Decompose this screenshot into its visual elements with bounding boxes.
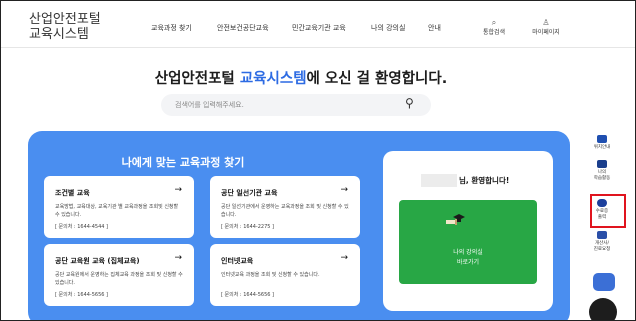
card-description: 인터넷교육 과정을 조회 및 신청할 수 있습니다. xyxy=(221,272,320,278)
nav-private-education[interactable]: 민간교육기관 교육 xyxy=(292,23,346,33)
card-contact: [ 문의처 : 1644-5656 ] xyxy=(55,292,108,298)
card-title: 조건별 교육 xyxy=(55,189,90,197)
search-bar: ⚲ xyxy=(161,94,431,116)
arrow-right-icon: → xyxy=(174,253,182,263)
graduation-cap-icon xyxy=(446,214,465,225)
my-classroom-label: 나의 강의실 xyxy=(453,249,483,256)
welcome-title-prefix: 산업안전포털 xyxy=(154,71,240,87)
site-logo[interactable]: 산업안전포털 교육시스템 xyxy=(29,12,101,42)
card-conditional-education[interactable]: 조건별 교육 → 교육방법, 교육대상, 교육기관 별 교육과정을 조회및 신청… xyxy=(44,176,194,238)
nav-kosha-education[interactable]: 안전보건공단교육 xyxy=(217,23,269,33)
search-input[interactable] xyxy=(175,98,395,112)
integrated-search-button[interactable]: ⌕ 통합검색 xyxy=(479,18,509,36)
welcome-box: 님, 환영합니다! 나의 강의실 바로가기 xyxy=(383,151,553,311)
location-icon xyxy=(597,135,607,143)
welcome-title-suffix: 에 오신 걸 환영합니다. xyxy=(306,71,448,87)
document-icon xyxy=(597,231,607,239)
nav-my-classroom[interactable]: 나의 강의실 xyxy=(371,23,405,33)
logo-line2: 교육시스템 xyxy=(29,27,89,42)
card-description: 공단 일선기관에서 운영하는 교육과정을 조회 및 신청할 수 있습니다. xyxy=(221,204,349,218)
mypage-button[interactable]: ♙ 마이페이지 xyxy=(529,18,563,36)
page-frame: 산업안전포털 교육시스템 교육과정 찾기 안전보건공단교육 민간교육기관 교육 … xyxy=(0,0,636,321)
quick-request[interactable]: 개산사/ 진료요청 xyxy=(585,231,619,253)
welcome-title-accent: 교육시스템 xyxy=(239,71,307,87)
quick-location-label: 위치안내 xyxy=(593,145,611,150)
card-institute-education[interactable]: 공단 교육원 교육 (집체교육) → 공단 교육원에서 운영하는 집체교육 과정… xyxy=(44,244,194,306)
search-icon: ⌕ xyxy=(491,18,497,27)
mypage-label: 마이페이지 xyxy=(532,29,560,36)
quick-request-label1: 개산사/ xyxy=(595,241,609,246)
card-title: 공단 교육원 교육 (집체교육) xyxy=(55,257,140,265)
quick-my-activity-label2: 학습활동 xyxy=(593,176,611,181)
user-icon: ♙ xyxy=(542,18,550,27)
card-description: 공단 교육원에서 운영하는 집체교육 과정을 조회 및 신청할 수 있습니다. xyxy=(55,272,183,286)
welcome-title: 산업안전포털 교육시스템에 오신 걸 환영합니다. xyxy=(1,67,601,88)
quick-location[interactable]: 위치안내 xyxy=(585,135,619,151)
card-description: 교육방법, 교육대상, 교육기관 별 교육과정을 조회및 신청할 수 있습니다. xyxy=(55,204,179,218)
card-internet-education[interactable]: 인터넷교육 → 인터넷교육 과정을 조회 및 신청할 수 있습니다. [ 문의처… xyxy=(210,244,360,306)
welcome-greeting: 님, 환영합니다! xyxy=(459,176,510,185)
site-header: 산업안전포털 교육시스템 교육과정 찾기 안전보건공단교육 민간교육기관 교육 … xyxy=(1,1,635,48)
graduation-icon xyxy=(597,160,607,168)
quick-request-label2: 진료요청 xyxy=(593,247,611,252)
user-name-redacted xyxy=(421,174,457,187)
card-contact: [ 문의처 : 1644-5656 ] xyxy=(221,292,274,298)
arrow-right-icon: → xyxy=(340,253,348,263)
arrow-right-icon: → xyxy=(174,185,182,195)
search-submit-icon[interactable]: ⚲ xyxy=(405,96,414,110)
chatbot-icon[interactable] xyxy=(593,273,615,291)
my-classroom-shortcut[interactable]: 나의 강의실 바로가기 xyxy=(399,200,537,284)
quick-my-activity-label1: 나의 xyxy=(597,170,607,175)
top-button[interactable] xyxy=(589,298,617,320)
integrated-search-label: 통합검색 xyxy=(482,29,506,36)
arrow-right-icon: → xyxy=(340,185,348,195)
card-contact: [ 문의처 : 1644-4544 ] xyxy=(55,224,108,230)
card-title: 인터넷교육 xyxy=(221,257,254,265)
nav-guide[interactable]: 안내 xyxy=(428,23,441,33)
logo-line1: 산업안전포털 xyxy=(29,12,101,27)
my-classroom-goto: 바로가기 xyxy=(456,259,480,266)
nav-course-search[interactable]: 교육과정 찾기 xyxy=(151,23,192,33)
highlight-box xyxy=(590,194,626,228)
quick-my-activity[interactable]: 나의 학습활동 xyxy=(585,160,619,182)
card-branch-education[interactable]: 공단 일선기관 교육 → 공단 일선기관에서 운영하는 교육과정을 조회 및 신… xyxy=(210,176,360,238)
course-finder-panel: 나에게 맞는 교육과정 찾기 조건별 교육 → 교육방법, 교육대상, 교육기관… xyxy=(28,131,570,320)
course-finder-title: 나에게 맞는 교육과정 찾기 xyxy=(121,156,245,169)
card-title: 공단 일선기관 교육 xyxy=(221,189,278,197)
card-contact: [ 문의처 : 1644-2275 ] xyxy=(221,224,274,230)
